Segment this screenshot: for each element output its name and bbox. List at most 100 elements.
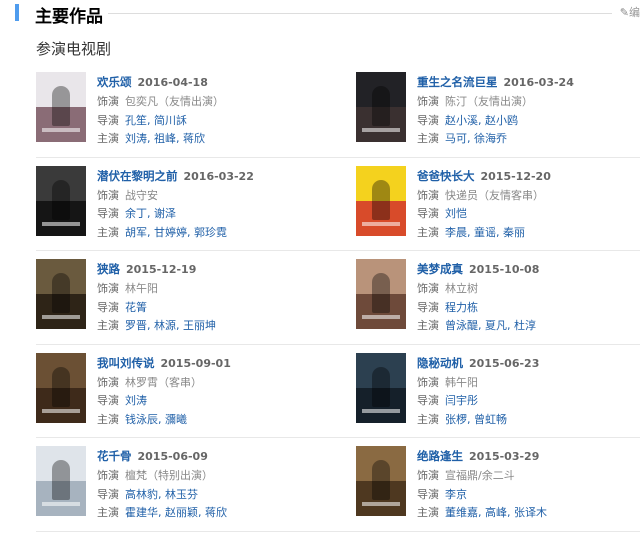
works-row: 潜伏在黎明之前 2016-03-22 饰演 战守安 导演 余丁, 谢泽 主演 胡军, 甘婷婷,… [36,158,640,251]
role-label: 饰演 [97,375,119,389]
cast-label: 主演 [97,225,119,239]
role-value: 包奕凡（友情出演） [125,95,224,108]
role-value: 林立树 [445,282,478,295]
work-poster[interactable] [36,352,86,423]
work-poster[interactable] [36,446,86,516]
role-line: 饰演 檀梵（特别出演） [97,467,317,486]
role-label: 饰演 [417,282,439,295]
cast-names[interactable]: 马可, 徐海乔 [445,132,507,145]
role-line: 饰演 林立树 [417,280,637,299]
work-title[interactable]: 隐秘动机 [417,356,463,370]
cast-names[interactable]: 胡军, 甘婷婷, 郭珍霓 [125,226,227,239]
director-label: 导演 [97,207,119,220]
director-names[interactable]: 孔笙, 简川訸 [125,114,187,127]
work-info: 绝路逢生 2015-03-29 饰演 宣福鼎/余二斗 导演 李京 主演 董维嘉, 高峰, 张译… [417,446,637,523]
cast-names[interactable]: 张椤, 曾虹畅 [445,413,507,426]
cast-label: 主演 [417,225,439,239]
director-names[interactable]: 高林豹, 林玉芬 [125,488,198,501]
work-title[interactable]: 美梦成真 [417,262,463,276]
work-info: 隐秘动机 2015-06-23 饰演 韩午阳 导演 闫宇彤 主演 张椤, 曾虹畅 [417,353,637,430]
cast-label: 主演 [97,319,119,332]
role-value: 檀梵（特别出演） [125,469,213,482]
director-names[interactable]: 赵小溪, 赵小鸥 [445,114,518,127]
work-title[interactable]: 重生之名流巨星 [417,75,498,89]
role-label: 饰演 [97,95,119,108]
cast-label: 主演 [417,506,439,519]
role-line: 饰演 宣福鼎/余二斗 [417,467,637,486]
director-names[interactable]: 余丁, 谢泽 [125,207,176,220]
poster-caption [362,502,400,506]
works-grid: 欢乐颂 2016-04-18 饰演 包奕凡（友情出演） 导演 孔笙, 简川訸 主演 刘涛, 祖… [36,64,640,532]
director-names[interactable]: 刘涛 [125,394,147,407]
poster-figure [372,86,390,126]
poster-figure [52,273,70,313]
director-line: 导演 闫宇彤 [417,392,637,411]
role-line: 饰演 林罗霄（客串） [97,374,317,393]
cast-label: 主演 [417,132,439,145]
director-names[interactable]: 花箐 [125,301,147,314]
cast-names[interactable]: 董维嘉, 高峰, 张译木 [445,506,547,519]
work-date: 2015-12-19 [126,263,197,276]
work-title[interactable]: 狭路 [97,262,120,276]
work-poster[interactable] [36,259,86,329]
director-label: 导演 [417,300,439,314]
work-info: 美梦成真 2015-10-08 饰演 林立树 导演 程力栋 主演 曾泳醍, 夏凡, 杜淳 [417,259,637,336]
role-value: 宣福鼎/余二斗 [445,469,515,482]
work-title-line: 隐秘动机 2015-06-23 [417,353,637,374]
work-info: 欢乐颂 2016-04-18 饰演 包奕凡（友情出演） 导演 孔笙, 简川訸 主演 刘涛, 祖… [97,72,317,149]
edit-link[interactable]: ✎编 [620,4,640,20]
cast-names[interactable]: 刘涛, 祖峰, 蒋欣 [125,132,205,145]
role-value: 陈汀（友情出演） [445,95,533,108]
role-value: 林午阳 [125,282,158,295]
role-value: 快递员（友情客串） [445,188,544,202]
work-poster[interactable] [356,165,406,236]
role-label: 饰演 [97,469,119,482]
work-info: 狭路 2015-12-19 饰演 林午阳 导演 花箐 主演 罗晋, 林源, 王丽坤 [97,259,317,336]
director-line: 导演 孔笙, 简川訸 [97,112,317,131]
director-names[interactable]: 李京 [445,488,467,501]
poster-caption [362,408,400,413]
role-label: 饰演 [97,188,119,202]
work-poster[interactable] [356,352,406,423]
work-title[interactable]: 潜伏在黎明之前 [97,169,178,183]
cast-line: 主演 刘涛, 祖峰, 蒋欣 [97,130,317,149]
director-label: 导演 [97,113,119,127]
director-label: 导演 [417,487,439,501]
work-title[interactable]: 欢乐颂 [97,75,132,89]
work-poster[interactable] [356,259,406,329]
work-date: 2015-06-23 [469,356,540,370]
cast-names[interactable]: 李晨, 童谣, 秦丽 [445,226,525,239]
work-title[interactable]: 绝路逢生 [417,449,463,463]
director-label: 导演 [417,207,439,220]
work-item: 花千骨 2015-06-09 饰演 檀梵（特别出演） 导演 高林豹, 林玉芬 主演 霍建华, … [36,446,317,519]
work-item: 绝路逢生 2015-03-29 饰演 宣福鼎/余二斗 导演 李京 主演 董维嘉, 高峰, 张译… [356,446,636,519]
cast-names[interactable]: 罗晋, 林源, 王丽坤 [125,319,216,332]
director-line: 导演 李京 [417,486,637,505]
poster-caption [42,315,80,319]
work-date: 2016-03-22 [183,169,254,183]
work-poster[interactable] [36,165,86,236]
cast-names[interactable]: 曾泳醍, 夏凡, 杜淳 [445,319,536,332]
work-poster[interactable] [356,72,406,142]
works-row: 花千骨 2015-06-09 饰演 檀梵（特别出演） 导演 高林豹, 林玉芬 主演 霍建华, … [36,438,640,532]
work-poster[interactable] [356,446,406,516]
poster-figure [52,460,70,500]
poster-caption [362,315,400,319]
work-title[interactable]: 爸爸快长大 [417,169,475,183]
cast-line: 主演 霍建华, 赵丽颖, 蒋欣 [97,504,317,523]
work-item: 爸爸快长大 2015-12-20 饰演 快递员（友情客串） 导演 刘恺 主演 李晨, 童谣, … [356,165,636,239]
cast-names[interactable]: 霍建华, 赵丽颖, 蒋欣 [125,506,227,519]
director-names[interactable]: 程力栋 [445,301,478,314]
work-title[interactable]: 我叫刘传说 [97,356,155,370]
work-title[interactable]: 花千骨 [97,449,132,463]
director-names[interactable]: 刘恺 [445,207,467,220]
cast-names[interactable]: 钱泳辰, 瀰曦 [125,413,187,426]
director-names[interactable]: 闫宇彤 [445,394,478,407]
work-poster[interactable] [36,72,86,142]
subsection-title: 参演电视剧 [36,40,112,58]
work-title-line: 重生之名流巨星 2016-03-24 [417,72,637,93]
work-date: 2015-12-20 [480,169,551,183]
role-value: 韩午阳 [445,375,478,389]
poster-figure [372,460,390,500]
work-title-line: 狭路 2015-12-19 [97,259,317,280]
